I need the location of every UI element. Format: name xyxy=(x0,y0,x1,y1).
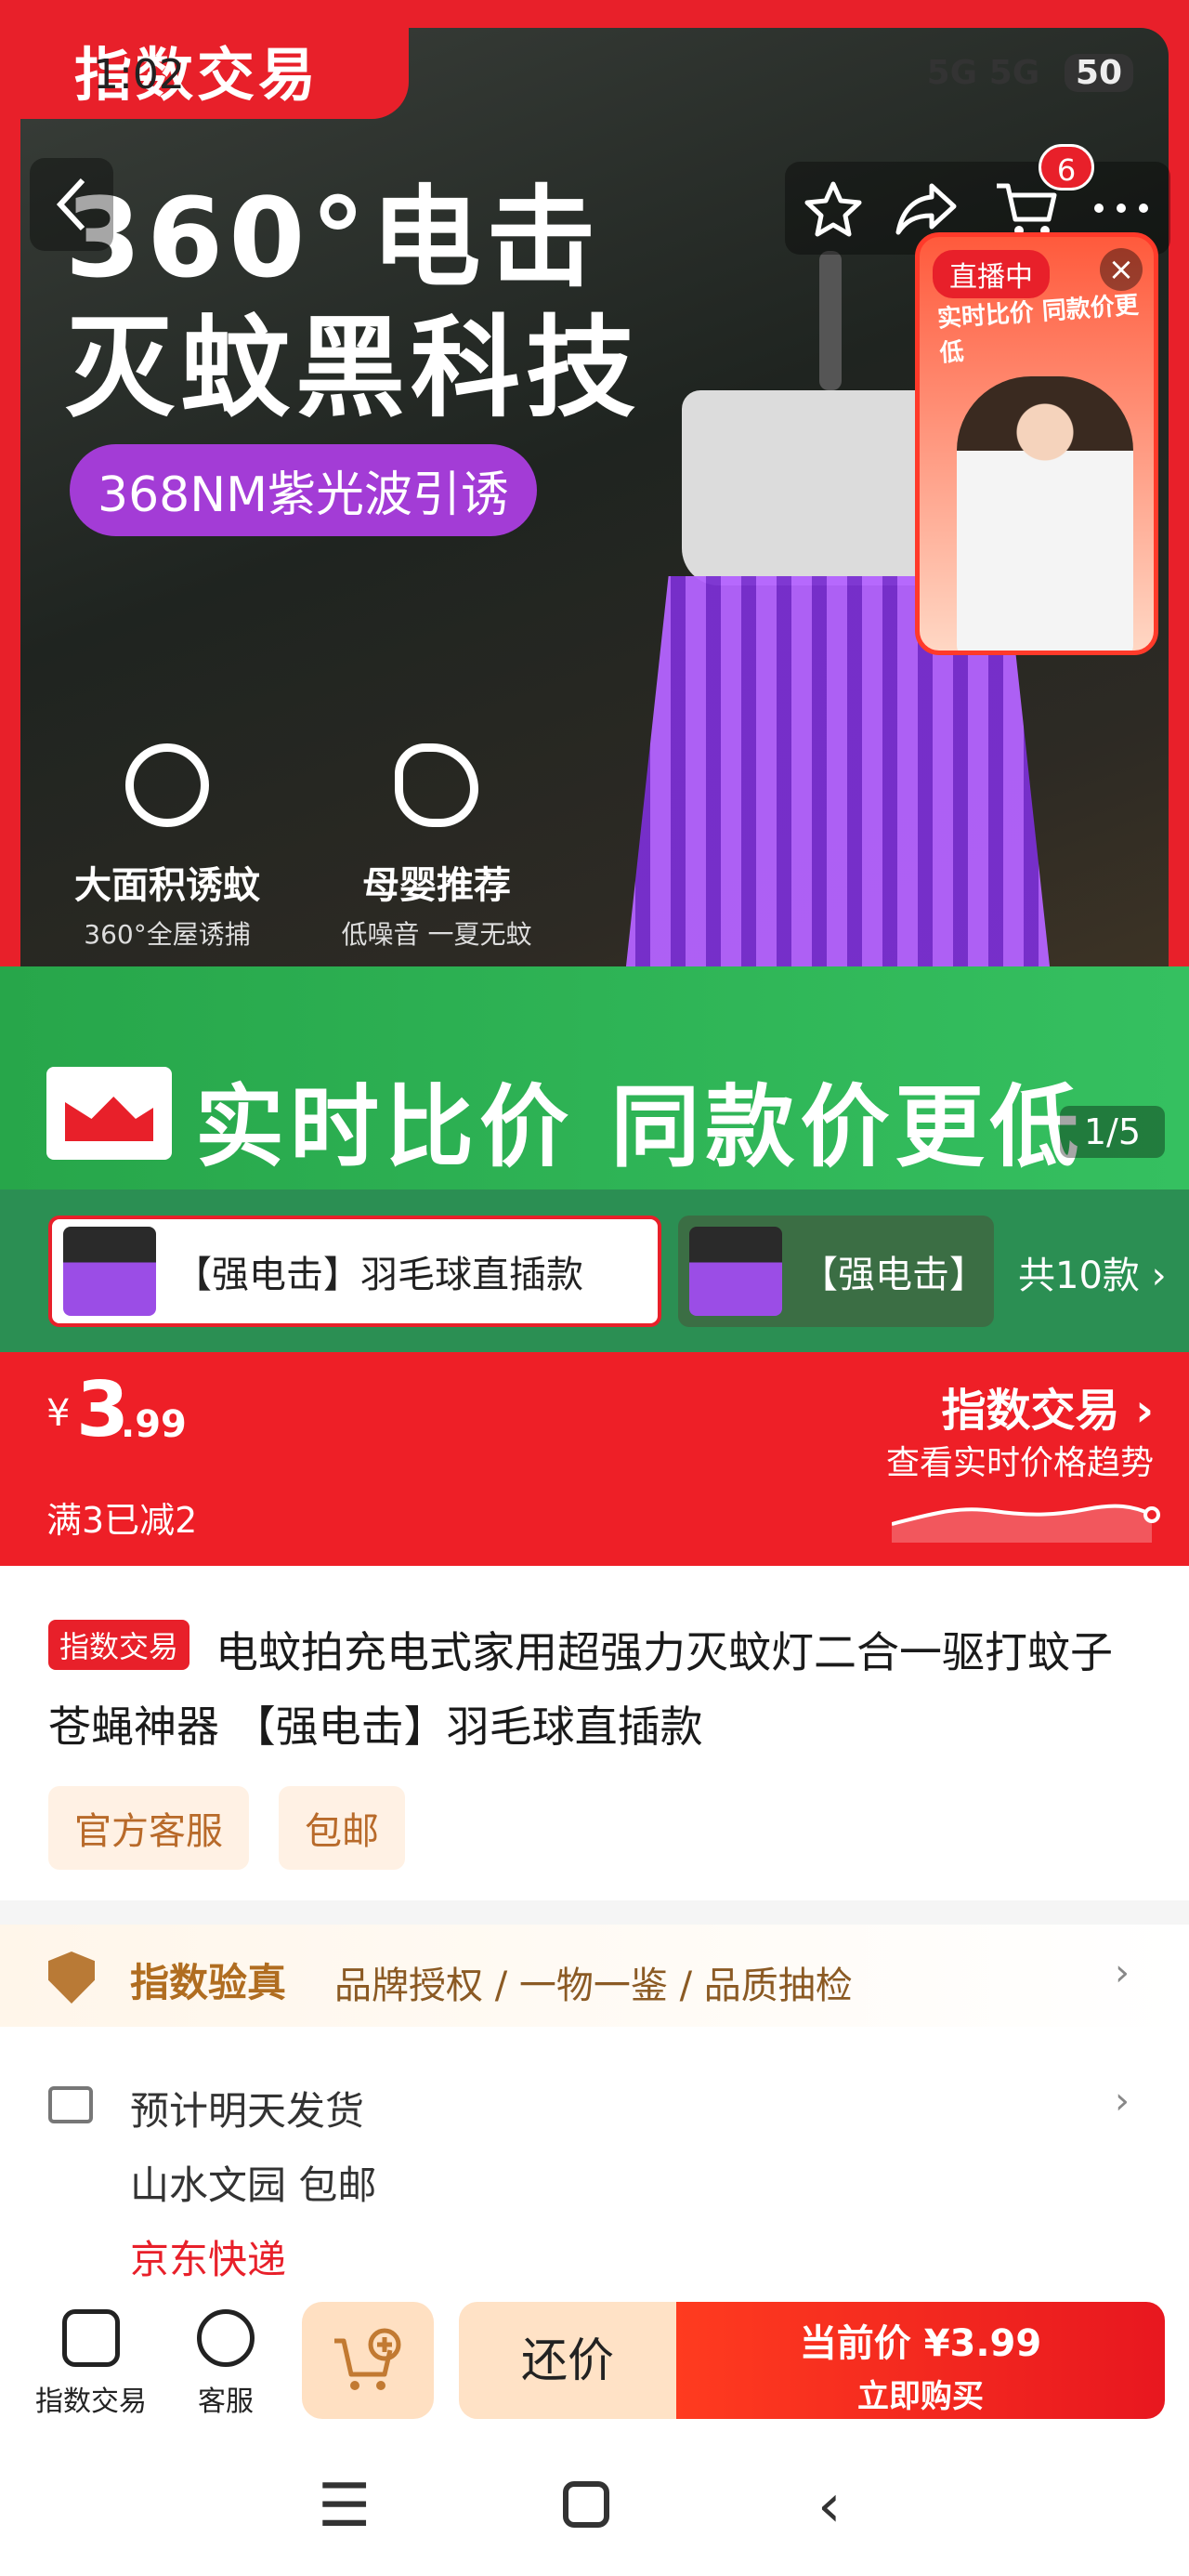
home-icon[interactable] xyxy=(563,2481,609,2528)
service-label: 客服 xyxy=(198,2385,254,2418)
customer-service-button[interactable]: 客服 xyxy=(197,2309,255,2419)
store-button[interactable]: 指数交易 xyxy=(35,2309,147,2419)
brand-price-link[interactable]: 指数交易 › xyxy=(942,1373,1155,1439)
product-hero-gallery[interactable]: 指数交易 1:02 5G 5G 50 360°电击 灭蚊黑科技 368NM紫光波… xyxy=(0,0,1189,1189)
price-compare-logo xyxy=(46,1067,172,1160)
tag-free-shipping: 包邮 xyxy=(279,1786,405,1870)
image-counter: 1/5 xyxy=(1059,1106,1165,1158)
variant-option[interactable]: 【强电击】 xyxy=(678,1216,994,1327)
bargain-button[interactable]: 还价 xyxy=(459,2302,676,2419)
brand-tab: 指数交易 xyxy=(0,0,409,119)
cart-plus-icon xyxy=(334,2328,401,2390)
chevron-right-icon: › xyxy=(1115,2080,1130,2123)
add-to-cart-button[interactable] xyxy=(302,2302,434,2419)
price-trend-link[interactable]: 查看实时价格趋势 xyxy=(886,1436,1154,1484)
title-badge: 指数交易 xyxy=(48,1620,190,1670)
menu-icon[interactable]: ☰ xyxy=(318,2472,371,2541)
more-icon[interactable] xyxy=(1091,201,1151,216)
price-currency: ¥ xyxy=(46,1392,71,1435)
signal-icon: 5G 5G xyxy=(926,54,1040,92)
variant-label: 【强电击】 xyxy=(801,1254,986,1296)
delivery-address: 山水文园 包邮 xyxy=(130,2162,377,2208)
delivery-estimate[interactable]: 预计明天发货 xyxy=(130,2080,364,2136)
headline-line2: 灭蚊黑科技 xyxy=(65,304,642,432)
status-indicators: 5G 5G 50 xyxy=(927,54,1133,92)
feature-baby: 母婴推荐 低噪音 一夏无蚊 xyxy=(334,743,539,952)
status-time: 1:02 xyxy=(93,51,185,99)
feature-area: 大面积诱蚊 360°全屋诱捕 xyxy=(65,743,269,952)
close-icon[interactable]: × xyxy=(1100,248,1143,291)
feature-pill: 368NM紫光波引诱 xyxy=(70,444,538,536)
variant-thumbnail xyxy=(63,1227,156,1316)
store-label: 指数交易 xyxy=(35,2385,147,2418)
live-label: 直播中 xyxy=(933,250,1050,298)
target-icon xyxy=(125,743,209,827)
feature-subtitle: 360°全屋诱捕 xyxy=(84,919,251,950)
price-decimal: .99 xyxy=(121,1403,187,1446)
buy-now-price: 当前价 ¥3.99 xyxy=(799,2322,1042,2365)
battery-icon: 50 xyxy=(1064,54,1133,92)
product-title: 电蚊拍充电式家用超强力灭蚊灯二合一驱打蚊子苍蝇神器 【强电击】羽毛球直插款 xyxy=(48,1627,1113,1752)
lamp-cord-graphic xyxy=(819,251,842,390)
buy-now-button[interactable]: 当前价 ¥3.99 立即购买 xyxy=(676,2302,1165,2419)
tag-official-service[interactable]: 官方客服 xyxy=(48,1786,249,1870)
back-icon[interactable]: ‹ xyxy=(817,2472,842,2541)
leaf-icon xyxy=(395,743,478,827)
section-divider xyxy=(0,1900,1189,1925)
variant-option-selected[interactable]: 【强电击】羽毛球直插款 xyxy=(48,1216,661,1327)
live-promo-text: 实时比价 同款价更低 xyxy=(936,291,1140,368)
price-trend-sparkline xyxy=(892,1504,1160,1543)
variant-thumbnail xyxy=(689,1227,782,1316)
live-stream-popup[interactable]: 直播中 × 实时比价 同款价更低 xyxy=(915,232,1158,655)
buy-now-label: 立即购买 xyxy=(857,2378,984,2415)
cart-badge: 6 xyxy=(1039,144,1094,191)
live-host-image xyxy=(957,376,1133,651)
variant-total-link[interactable]: 共10款 › xyxy=(1018,1245,1167,1299)
star-icon[interactable] xyxy=(804,178,863,238)
feature-title: 大面积诱蚊 xyxy=(74,864,260,907)
chevron-right-icon: › xyxy=(1115,1952,1130,1994)
share-icon[interactable] xyxy=(895,178,960,238)
truck-icon xyxy=(48,2086,93,2123)
back-button[interactable] xyxy=(30,158,113,251)
delivery-carrier: 京东快递 xyxy=(130,2237,287,2282)
feature-title: 母婴推荐 xyxy=(362,864,511,907)
price-compare-text: 实时比价 同款价更低 xyxy=(195,1075,1085,1179)
variant-label: 【强电击】羽毛球直插款 xyxy=(175,1254,583,1296)
store-icon xyxy=(62,2309,120,2367)
discount-text: 满3已减2 xyxy=(46,1500,198,1541)
verify-title: 指数验真 xyxy=(130,1960,287,2005)
chat-icon xyxy=(197,2309,255,2367)
feature-subtitle: 低噪音 一夏无蚊 xyxy=(341,919,532,950)
chevron-left-icon xyxy=(56,177,85,231)
verify-detail: 品牌授权 / 一物一鉴 / 品质抽检 xyxy=(334,1965,853,2007)
